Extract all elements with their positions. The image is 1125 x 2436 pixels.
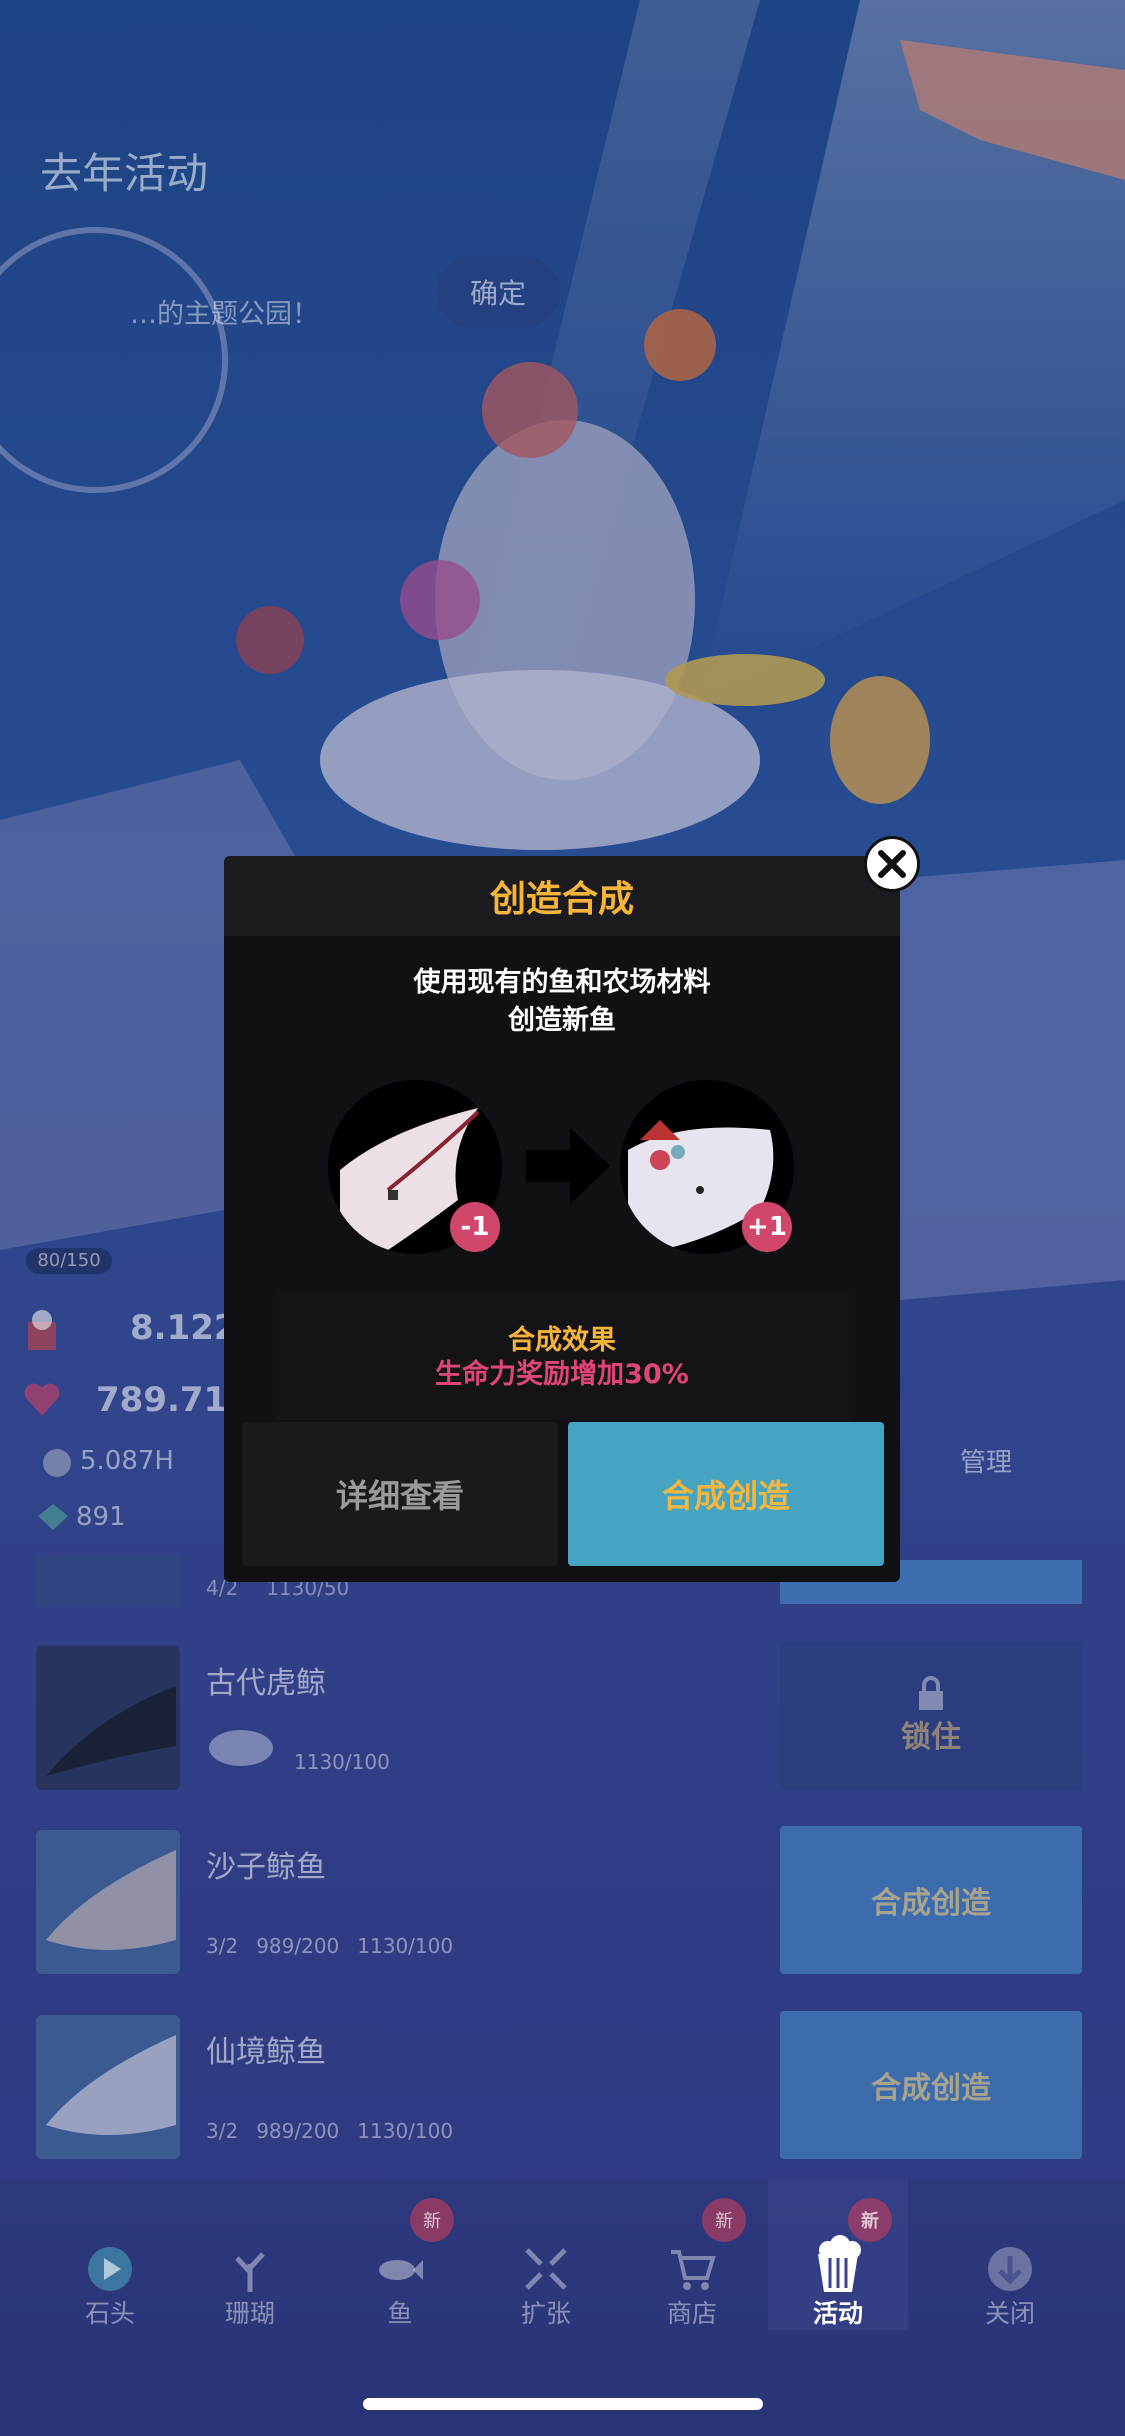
fish-list-item[interactable]: 沙子鲸鱼 3/2 989/200 1130/100 合成创造 <box>20 1820 1100 1990</box>
heart-icon <box>22 1380 62 1424</box>
locked-button: 锁住 <box>780 1642 1082 1790</box>
tab-stone[interactable]: 石头 <box>40 2180 180 2330</box>
fish-name: 古代虎鲸 <box>206 1666 326 1701</box>
fish-icon <box>379 2260 423 2280</box>
arrow-down-icon <box>988 2247 1032 2291</box>
play-icon <box>88 2247 132 2291</box>
tab-coral[interactable]: 珊瑚 <box>180 2180 320 2330</box>
material-list: 3/2 989/200 1130/100 <box>206 2087 453 2147</box>
fish-thumbnail <box>36 1646 180 1790</box>
material-count: 989/200 <box>256 2119 340 2143</box>
tab-label: 商店 <box>666 2299 717 2328</box>
fish-thumbnail <box>36 2015 180 2159</box>
material-count: 3/2 <box>206 2119 239 2143</box>
modal-title: 创造合成 <box>224 856 900 936</box>
event-banner-text: …的主题公园！ <box>130 299 319 330</box>
tab-label: 鱼 <box>387 2299 413 2328</box>
lock-icon <box>919 1676 943 1710</box>
partial-row-thumb <box>36 1556 180 1606</box>
synthesize-button[interactable]: 合成创造 <box>568 1422 884 1566</box>
material-count: 1130/100 <box>357 2119 454 2143</box>
material-count: 3/2 <box>206 1934 239 1958</box>
popcorn-icon <box>22 1308 62 1356</box>
material-list: 3/2 989/200 1130/100 <box>206 1902 453 1962</box>
modal-description-line1: 使用现有的鱼和农场材料 <box>413 967 711 998</box>
locked-label: 锁住 <box>901 1720 961 1755</box>
new-badge: 新 <box>702 2198 746 2242</box>
input-quantity-badge: -1 <box>450 1202 500 1252</box>
create-fish-button[interactable]: 合成创造 <box>780 1826 1082 1974</box>
coral-icon <box>235 2252 265 2292</box>
popcorn-icon <box>818 2235 861 2292</box>
create-fish-button[interactable]: 合成创造 <box>780 2011 1082 2159</box>
event-title: 去年活动 <box>40 149 209 198</box>
gem-stat: 891 <box>76 1502 126 1532</box>
fish-list-item[interactable]: 仙境鲸鱼 3/2 989/200 1130/100 合成创造 <box>20 2005 1100 2175</box>
manage-button[interactable]: 管理 <box>960 1442 1012 1479</box>
confirm-button[interactable]: 确定 <box>436 256 560 328</box>
tab-label: 扩张 <box>520 2299 571 2328</box>
material-count: 989/200 <box>256 1934 340 1958</box>
material-count: 1130/100 <box>357 1934 454 1958</box>
new-badge: 新 <box>848 2198 892 2242</box>
arrow-right-icon <box>526 1128 610 1208</box>
output-quantity-badge: +1 <box>742 1202 792 1252</box>
tab-shop[interactable]: 新 商店 <box>622 2180 762 2330</box>
tab-label: 石头 <box>84 2299 135 2328</box>
tap-icon <box>40 1446 74 1484</box>
cart-icon <box>671 2250 716 2290</box>
tab-label: 珊瑚 <box>224 2299 275 2328</box>
popcorn-stat: 8.122 <box>130 1308 238 1348</box>
tab-expand[interactable]: 扩张 <box>476 2180 616 2330</box>
gem-icon <box>36 1502 70 1536</box>
material-list: 1130/100 <box>206 1718 390 1778</box>
expand-icon <box>525 2248 567 2290</box>
modal-description-line2: 创造新鱼 <box>508 1005 616 1036</box>
fish-name: 仙境鲸鱼 <box>206 2035 326 2070</box>
view-details-button[interactable]: 详细查看 <box>242 1422 558 1566</box>
new-badge: 新 <box>410 2198 454 2242</box>
fish-thumbnail <box>36 1830 180 1974</box>
synthesis-modal: 创造合成 使用现有的鱼和农场材料 创造新鱼 -1 +1 合成效果 生命力奖励增加… <box>224 856 900 1582</box>
tab-events[interactable]: 新 活动 <box>768 2180 908 2330</box>
capacity-badge: 80/150 <box>26 1248 112 1274</box>
bottom-tab-bar: 石头 珊瑚 新 鱼 扩张 新 商店 新 活动 关闭 <box>0 2180 1125 2340</box>
fish-material-icon <box>206 1718 276 1778</box>
close-modal-button[interactable] <box>864 836 920 892</box>
synthesis-effect-box: 合成效果 生命力奖励增加30% <box>274 1290 850 1420</box>
close-icon <box>878 850 906 878</box>
fish-list-item[interactable]: 古代虎鲸 1130/100 锁住 <box>20 1636 1100 1806</box>
tab-label: 关闭 <box>984 2299 1035 2328</box>
fish-name: 沙子鲸鱼 <box>206 1850 326 1885</box>
effect-value: 生命力奖励增加30% <box>435 1359 689 1390</box>
material-count: 1130/100 <box>294 1750 390 1774</box>
tab-label: 活动 <box>812 2299 863 2328</box>
tab-close[interactable]: 关闭 <box>940 2180 1080 2330</box>
tap-stat: 5.087H <box>80 1446 174 1476</box>
tab-fish[interactable]: 新 鱼 <box>330 2180 470 2330</box>
home-indicator[interactable] <box>363 2398 763 2410</box>
